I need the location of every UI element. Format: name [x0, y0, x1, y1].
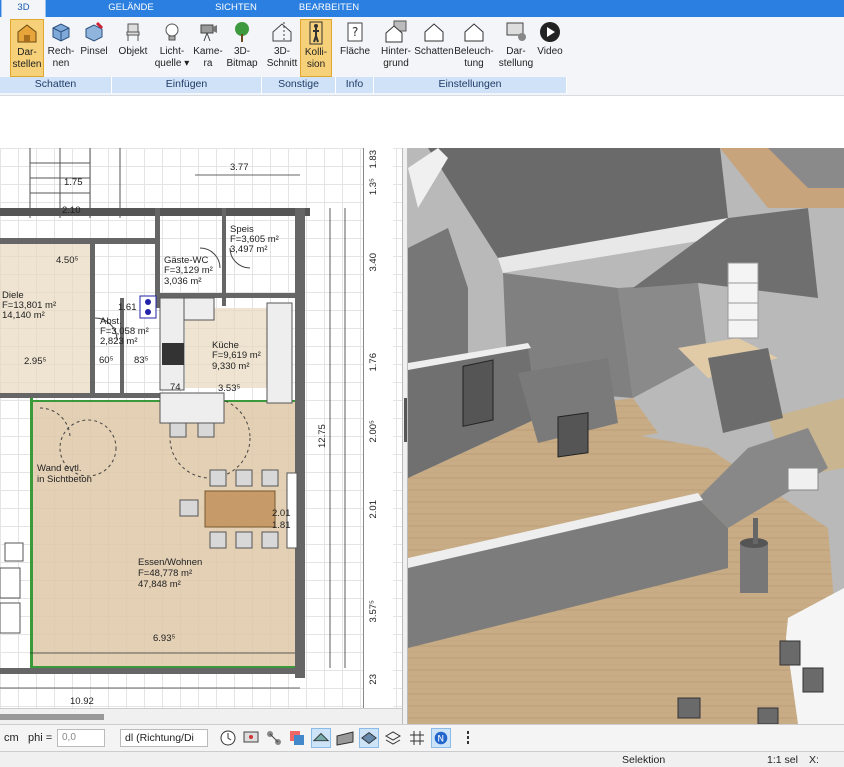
phi-label: phi =: [28, 732, 53, 744]
rechnen-button[interactable]: Rech- nen: [46, 19, 76, 77]
dim-83: 83⁵: [134, 355, 149, 366]
flaeche-button[interactable]: ? Fläche: [338, 19, 372, 77]
room-name-essen-wohnen: Essen/Wohnen: [138, 557, 202, 568]
dim-12-75: 12.75: [317, 424, 328, 448]
plane-view-icon[interactable]: [311, 728, 331, 748]
tab-gelaende[interactable]: GELÄNDE: [97, 0, 165, 17]
dim-6-93: 6.93⁵: [153, 633, 175, 644]
blank-area: [0, 96, 844, 148]
dim-74: 74: [170, 382, 181, 393]
status-bar: Selektion 1:1 sel X:: [0, 751, 844, 767]
status-mode: Selektion: [622, 754, 666, 766]
group-einstellungen: Einstellungen: [374, 77, 567, 93]
floor-icon[interactable]: [359, 728, 379, 748]
floor-plan-view[interactable]: 3.77 4.50⁵ 2.95⁵ 2.10 1.75 6.93⁵ 10.92 3…: [0, 148, 402, 708]
monitor-icon[interactable]: [241, 728, 261, 748]
dim-1-81: 1.81: [272, 520, 291, 531]
tab-sichten[interactable]: SICHTEN: [204, 0, 268, 17]
dim-60: 60⁵: [99, 355, 114, 366]
person-icon: [309, 21, 323, 45]
group-schatten: Schatten: [0, 77, 112, 93]
bitmap-button[interactable]: 3D- Bitmap: [224, 19, 260, 77]
svg-text:3,497 m²: 3,497 m²: [230, 244, 268, 255]
dim-3-53: 3.53⁵: [218, 383, 240, 394]
tab-bearbeiten[interactable]: BEARBEITEN: [290, 0, 368, 17]
grid-icon[interactable]: [407, 728, 427, 748]
status-x-coordinate: X:: [809, 754, 819, 766]
house-background-icon: [385, 20, 407, 43]
lichtquelle-dropdown[interactable]: Licht- quelle ▾: [154, 19, 190, 77]
scrollbar-thumb[interactable]: [0, 714, 104, 720]
schnitt-button[interactable]: 3D- Schnitt: [264, 19, 300, 77]
svg-text:2,823 m²: 2,823 m²: [100, 336, 138, 347]
dim-3-77: 3.77: [230, 162, 249, 173]
hintergrund-button[interactable]: Hinter- grund: [378, 19, 414, 77]
svg-text:F=9,619 m²: F=9,619 m²: [212, 350, 261, 361]
tab-3d[interactable]: 3D: [1, 0, 46, 18]
camera-icon: [200, 24, 217, 42]
video-button[interactable]: Video: [534, 19, 566, 77]
bulb-icon: [165, 23, 179, 41]
svg-text:F=3,129 m²: F=3,129 m²: [164, 265, 213, 276]
monitor-settings-icon: [506, 22, 526, 41]
plan-horizontal-scrollbar[interactable]: [0, 708, 402, 724]
play-icon: [540, 22, 560, 42]
ribbon-tab-bar: 3D GELÄNDE SICHTEN BEARBEITEN: [0, 0, 844, 18]
dim-2-95: 2.95⁵: [24, 356, 46, 367]
network-icon[interactable]: [264, 728, 284, 748]
schatten-button[interactable]: Schatten: [414, 19, 454, 77]
tree-icon: [235, 22, 249, 42]
north-icon[interactable]: N: [431, 728, 451, 748]
chair-icon: [126, 23, 140, 41]
ribbon: Dar- stellen Rech- nen Pinsel Objekt Lic…: [0, 17, 844, 96]
3d-view[interactable]: [408, 148, 844, 724]
dim-1-75: 1.75: [64, 177, 83, 188]
group-sonstige: Sonstige: [262, 77, 336, 93]
svg-text:9,330 m²: 9,330 m²: [212, 361, 250, 372]
house-light-icon: [464, 23, 484, 42]
beleuchtung-button[interactable]: Beleuch- tung: [454, 19, 494, 77]
status-selection: 1:1 sel: [767, 754, 798, 766]
layers-color-icon[interactable]: [287, 728, 307, 748]
group-einfuegen: Einfügen: [112, 77, 262, 93]
svg-text:14,140 m²: 14,140 m²: [2, 310, 45, 321]
kamera-button[interactable]: Kame- ra: [192, 19, 224, 77]
svg-text:47,848 m²: 47,848 m²: [138, 579, 181, 590]
clock-icon[interactable]: [218, 728, 238, 748]
house-shadow-icon: [424, 23, 444, 42]
dim-2-10: 2.10: [62, 205, 81, 216]
group-info: Info: [336, 77, 374, 93]
house-shaded-icon: [17, 24, 37, 43]
darstellen-button[interactable]: Dar- stellen: [10, 19, 44, 77]
cube-calc-icon: [52, 23, 70, 42]
svg-text:?: ?: [352, 25, 358, 39]
dim-1-61: 1.61: [118, 302, 137, 313]
pin-icon[interactable]: [458, 728, 478, 748]
darstellung-button[interactable]: Dar- stellung: [496, 19, 536, 77]
vertical-ruler: 1.83 1.3⁵ 3.40 1.76 2.00⁵ 2.01 3.57⁵ 23: [363, 148, 393, 708]
walls-icon[interactable]: [335, 728, 355, 748]
unit-label: cm: [4, 732, 19, 744]
section-cut-icon: [272, 22, 292, 42]
pinsel-button[interactable]: Pinsel: [78, 19, 110, 77]
bottom-toolbar: cm phi = 0,0 dl (Richtung/Di N: [0, 724, 844, 751]
mode-select[interactable]: dl (Richtung/Di: [120, 729, 208, 747]
stack-icon[interactable]: [383, 728, 403, 748]
kollision-button[interactable]: Kolli- sion: [300, 19, 332, 77]
svg-text:3,036 m²: 3,036 m²: [164, 276, 202, 287]
dim-2-01: 2.01: [272, 508, 291, 519]
phi-input[interactable]: 0,0: [57, 729, 105, 747]
dim-10-92: 10.92: [70, 696, 94, 707]
objekt-button[interactable]: Objekt: [116, 19, 150, 77]
splitter-grip[interactable]: [404, 398, 407, 442]
dim-4-50: 4.50⁵: [56, 255, 78, 266]
svg-text:N: N: [437, 735, 444, 745]
brush-icon: [85, 21, 104, 42]
area-question-icon: ?: [347, 22, 363, 42]
svg-text:F=48,778 m²: F=48,778 m²: [138, 568, 192, 579]
